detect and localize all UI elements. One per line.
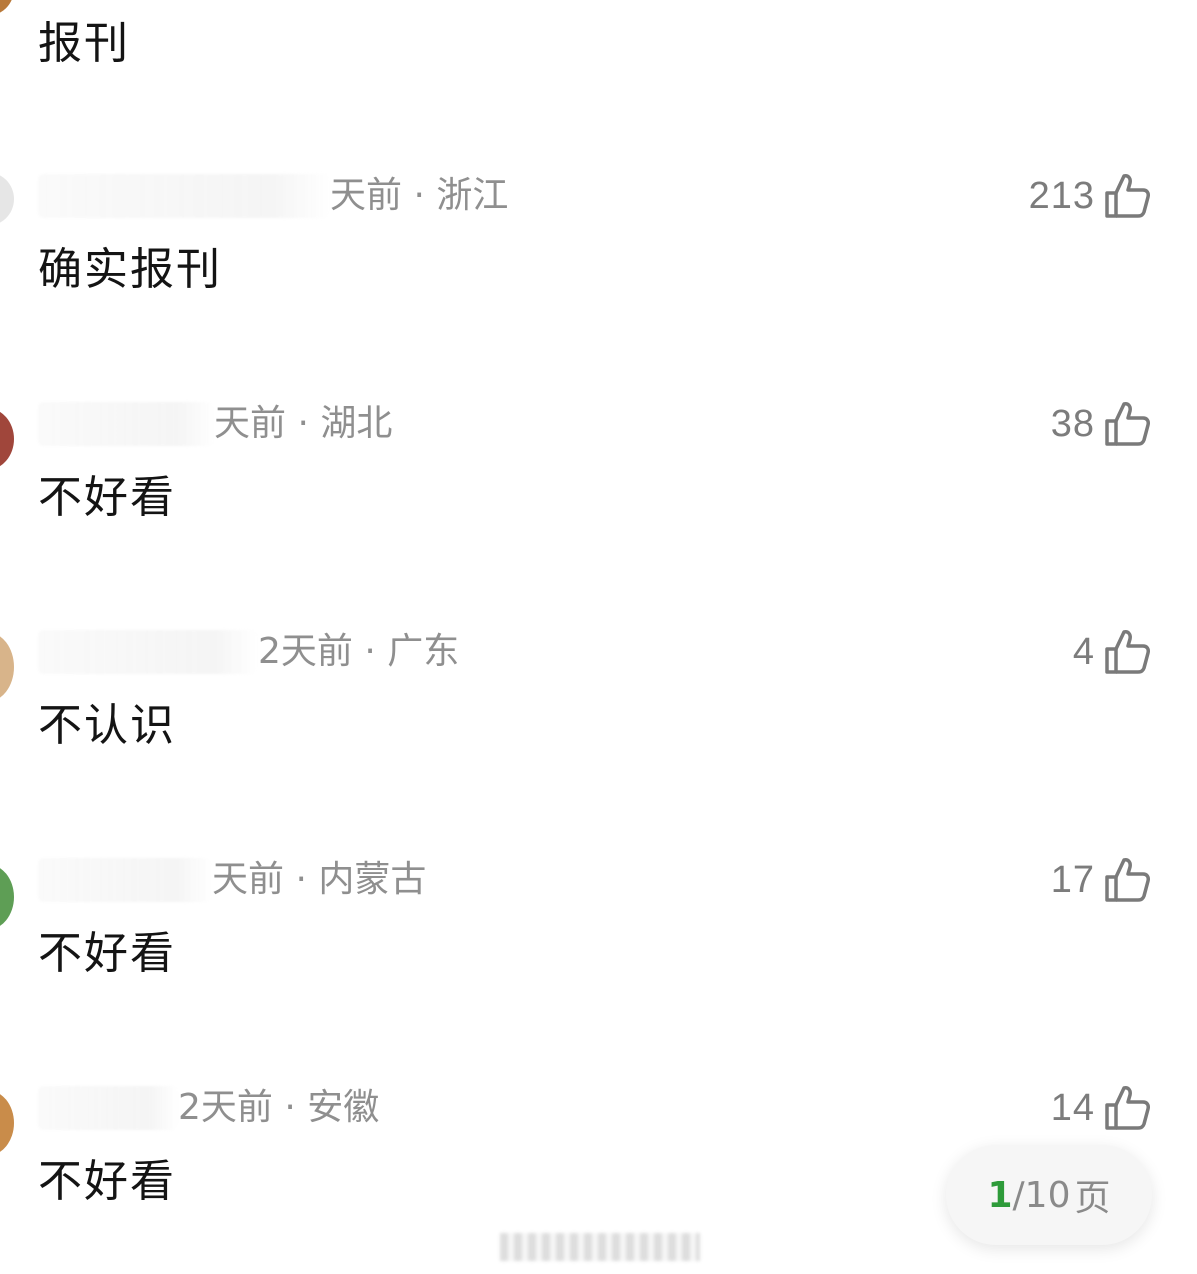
like-button[interactable]: 4 <box>1073 624 1153 680</box>
like-button[interactable]: 14 <box>1051 1080 1153 1136</box>
avatar[interactable] <box>0 408 14 470</box>
page-unit: 页 <box>1074 1178 1111 1219</box>
comment-time-location: 2天前 · 安徽 <box>178 1087 380 1128</box>
avatar[interactable] <box>0 0 14 16</box>
page-indicator[interactable]: 1/10 页 <box>946 1145 1152 1245</box>
comment-text: 不好看 <box>38 472 176 523</box>
comment-time-location: 天前 · 内蒙古 <box>212 859 427 900</box>
comment-meta: 天前 · 湖北 <box>38 398 392 448</box>
like-count: 14 <box>1050 1086 1095 1129</box>
username-redacted <box>38 174 330 218</box>
thumbs-up-icon <box>1105 858 1150 902</box>
avatar[interactable] <box>0 632 14 702</box>
comment-time-location: 2天前 · 广东 <box>258 631 460 672</box>
comment-text: 不认识 <box>38 700 176 751</box>
comment-text: 报刊 <box>38 18 130 69</box>
username-redacted <box>38 630 258 674</box>
comment-meta: 天前 · 内蒙古 <box>38 854 426 904</box>
username-redacted <box>38 402 214 446</box>
comment-text: 确实报刊 <box>38 244 222 295</box>
avatar[interactable] <box>0 1090 14 1156</box>
thumbs-up-icon <box>1105 402 1150 446</box>
avatar[interactable] <box>0 864 14 930</box>
avatar[interactable] <box>0 172 14 226</box>
like-count: 4 <box>1072 630 1095 673</box>
like-button[interactable]: 17 <box>1051 852 1153 908</box>
comment-meta: 2天前 · 广东 <box>38 626 459 676</box>
like-button[interactable]: 213 <box>1029 168 1153 224</box>
comment-meta: 天前 · 浙江 <box>38 170 508 220</box>
like-count: 17 <box>1050 858 1095 901</box>
page-current: 1 <box>987 1174 1013 1216</box>
page-total: /10 <box>1012 1174 1071 1216</box>
username-redacted <box>38 858 212 902</box>
like-button[interactable]: 38 <box>1051 396 1153 452</box>
username-redacted <box>38 1086 178 1130</box>
comment-text: 不好看 <box>38 928 176 979</box>
blurred-bottom-bar <box>500 1233 700 1261</box>
thumbs-up-icon <box>1105 630 1150 674</box>
like-count: 38 <box>1050 402 1095 445</box>
comment-time-location: 天前 · 浙江 <box>330 175 509 216</box>
comment-meta: 2天前 · 安徽 <box>38 1082 379 1132</box>
thumbs-up-icon <box>1105 1086 1150 1130</box>
comment-text: 不好看 <box>38 1156 176 1207</box>
comment-time-location: 天前 · 湖北 <box>214 403 393 444</box>
like-count: 213 <box>1028 174 1095 217</box>
thumbs-up-icon <box>1105 174 1150 218</box>
